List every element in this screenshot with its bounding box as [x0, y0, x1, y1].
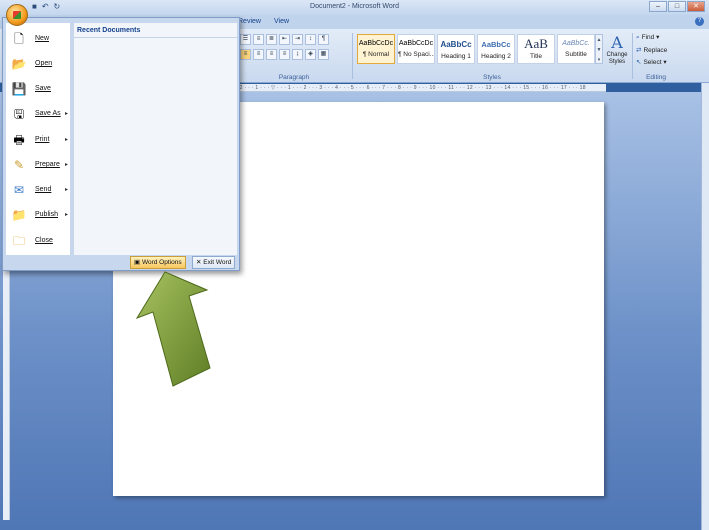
title-bar: ■ ↶ ↻ Document2 - Microsoft Word – □ ✕: [0, 0, 709, 15]
publish-icon: 📁: [11, 207, 27, 222]
minimize-button[interactable]: –: [649, 1, 667, 12]
menu-item-send[interactable]: ✉ Send ▸: [6, 178, 70, 201]
style-no-spacing[interactable]: AaBbCcDc ¶ No Spaci...: [397, 34, 435, 64]
borders-icon[interactable]: ▦: [318, 49, 329, 60]
editing-controls: ⌕ Find ▾ ⇄ Replace ↖ Select ▾: [636, 33, 686, 70]
decrease-indent-icon[interactable]: ⇤: [279, 34, 290, 45]
style-normal[interactable]: AaBbCcDc ¶ Normal: [357, 34, 395, 64]
printer-icon: 🖶: [13, 132, 25, 147]
multilevel-list-icon[interactable]: ≣: [266, 34, 277, 45]
select-icon: ↖: [636, 59, 642, 66]
find-button[interactable]: ⌕ Find ▾: [636, 33, 686, 42]
menu-item-open[interactable]: 📂 Open: [6, 52, 70, 75]
office-button[interactable]: [6, 4, 28, 26]
window-controls: – □ ✕: [649, 1, 705, 12]
sort-icon[interactable]: ↕: [305, 34, 316, 45]
office-menu: 🗋 New 📂 Open 💾 Save 🖫 Save As ▸ 🖶 Print …: [2, 17, 240, 271]
close-window-button[interactable]: ✕: [687, 1, 705, 12]
styles-scroll-icon[interactable]: ▲ ▼ ▾: [595, 34, 603, 64]
style-subtitle[interactable]: AaBbCc. Subtitle: [557, 34, 595, 64]
options-icon: ▣: [134, 259, 141, 266]
close-folder-icon: 🗀: [12, 233, 25, 248]
send-icon: ✉: [13, 182, 25, 197]
save-as-icon: 🖫: [13, 106, 25, 121]
recent-documents-title: Recent Documents: [74, 23, 237, 38]
menu-item-new[interactable]: 🗋 New: [6, 27, 70, 50]
pilcrow-icon[interactable]: ¶: [318, 34, 329, 45]
word-options-button[interactable]: ▣ Word Options: [130, 256, 186, 269]
word-window: ■ ↶ ↻ Document2 - Microsoft Word – □ ✕ R…: [0, 0, 709, 530]
shading-icon[interactable]: ◈: [305, 49, 316, 60]
save-icon: 💾: [11, 81, 27, 96]
change-styles-icon: A: [611, 33, 623, 52]
exit-word-button[interactable]: ✕ Exit Word: [192, 256, 236, 269]
menu-item-close[interactable]: 🗀 Close: [6, 229, 70, 252]
numbering-icon[interactable]: ≡: [253, 34, 264, 45]
style-title[interactable]: AaB Title: [517, 34, 555, 64]
bullets-icon[interactable]: ☰: [240, 34, 251, 45]
office-menu-footer: ▣ Word Options ✕ Exit Word: [3, 256, 239, 270]
submenu-arrow-icon: ▸: [64, 212, 68, 218]
vertical-scrollbar[interactable]: [701, 83, 709, 530]
style-heading-1[interactable]: AaBbCc Heading 1: [437, 34, 475, 64]
styles-group-label: Styles: [483, 74, 501, 81]
help-icon[interactable]: ?: [695, 17, 704, 26]
office-menu-commands: 🗋 New 📂 Open 💾 Save 🖫 Save As ▸ 🖶 Print …: [6, 23, 70, 255]
horizontal-ruler[interactable]: · 2 · · · 1 · · · ▽ · · · 1 · · · 2 · · …: [236, 84, 606, 92]
office-logo-icon: [13, 11, 21, 19]
select-button[interactable]: ↖ Select ▾: [636, 58, 686, 66]
submenu-arrow-icon: ▸: [64, 162, 68, 168]
paragraph-group-label: Paragraph: [278, 74, 310, 81]
line-spacing-icon[interactable]: ↨: [292, 49, 303, 60]
align-center-icon[interactable]: ≡: [253, 49, 264, 60]
binoculars-icon: ⌕: [636, 34, 640, 41]
recent-documents-panel: Recent Documents: [73, 23, 237, 255]
menu-item-publish[interactable]: 📁 Publish ▸: [6, 203, 70, 226]
style-heading-2[interactable]: AaBbCc Heading 2: [477, 34, 515, 64]
align-right-icon[interactable]: ≡: [266, 49, 277, 60]
editing-group-label: Editing: [646, 74, 666, 81]
replace-button[interactable]: ⇄ Replace: [636, 46, 686, 54]
justify-icon[interactable]: ≡: [279, 49, 290, 60]
exit-icon: ✕: [196, 259, 202, 266]
prepare-icon: ✎: [13, 157, 25, 172]
vertical-ruler[interactable]: [3, 270, 10, 520]
menu-item-prepare[interactable]: ✎ Prepare ▸: [6, 153, 70, 176]
tab-review[interactable]: Review: [238, 18, 261, 25]
align-left-icon[interactable]: ≡: [240, 49, 251, 60]
styles-gallery: AaBbCcDc ¶ Normal AaBbCcDc ¶ No Spaci...…: [357, 34, 595, 64]
submenu-arrow-icon: ▸: [64, 187, 68, 193]
maximize-button[interactable]: □: [668, 1, 686, 12]
change-styles-button[interactable]: A Change Styles: [604, 33, 630, 66]
annotation-arrow-icon: [135, 271, 211, 387]
menu-item-save-as[interactable]: 🖫 Save As ▸: [6, 102, 70, 125]
submenu-arrow-icon: ▸: [64, 111, 68, 117]
new-document-icon: 🗋: [14, 31, 24, 46]
replace-icon: ⇄: [636, 47, 642, 54]
submenu-arrow-icon: ▸: [64, 137, 68, 143]
window-title: Document2 - Microsoft Word: [310, 3, 399, 10]
increase-indent-icon[interactable]: ⇥: [292, 34, 303, 45]
paragraph-controls: ☰ ≡ ≣ ⇤ ⇥ ↕ ¶ ≡ ≡ ≡ ≡ ↨ ◈ ▦: [240, 34, 348, 64]
open-folder-icon: 📂: [11, 56, 27, 71]
menu-item-print[interactable]: 🖶 Print ▸: [6, 128, 70, 151]
menu-item-save[interactable]: 💾 Save: [6, 77, 70, 100]
tab-view[interactable]: View: [274, 18, 289, 25]
